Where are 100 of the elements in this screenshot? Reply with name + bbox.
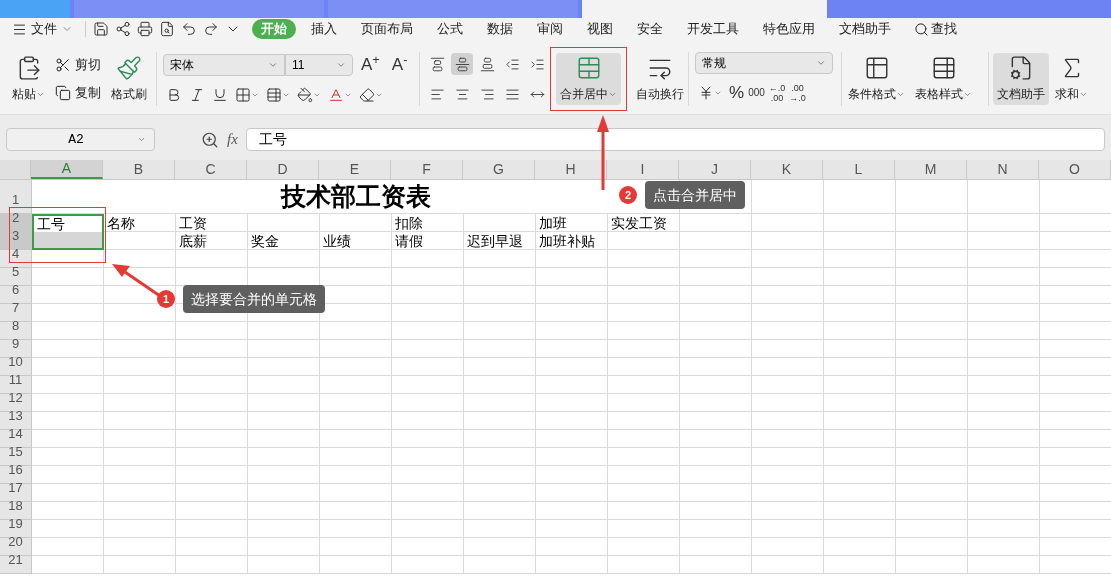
font-color-icon: [328, 86, 344, 103]
center-align-icon: [454, 86, 470, 102]
table-cell-text: 底薪: [178, 232, 208, 250]
column-header[interactable]: L: [823, 160, 895, 179]
selected-cell[interactable]: [32, 232, 104, 250]
column-header[interactable]: O: [1039, 160, 1111, 179]
column-header[interactable]: C: [175, 160, 247, 179]
table-cell-text: 名称: [106, 214, 136, 232]
menu-icon: [12, 21, 27, 37]
middle-align-button[interactable]: [451, 53, 473, 75]
column-header[interactable]: E: [319, 160, 391, 179]
sum-button[interactable]: 求和: [1051, 53, 1092, 105]
print-icon: [137, 21, 153, 37]
search-button[interactable]: 查找: [906, 19, 965, 39]
eraser-icon: [359, 86, 375, 103]
row-header[interactable]: 15: [0, 448, 32, 466]
row-header[interactable]: 9: [0, 340, 32, 358]
font-size-dropdown[interactable]: 11: [285, 54, 353, 76]
column-header[interactable]: A: [31, 160, 103, 179]
row-header[interactable]: 16: [0, 466, 32, 484]
conditional-format-button[interactable]: 条件格式: [844, 53, 909, 105]
table-cell-text: 奖金: [250, 232, 280, 250]
table-cell-text: 实发工资: [610, 214, 668, 232]
ribbon-tab[interactable]: 插入: [302, 19, 346, 39]
ribbon-tab[interactable]: 审阅: [528, 19, 572, 39]
format-painter-button[interactable]: 格式刷: [107, 53, 151, 105]
column-header[interactable]: B: [103, 160, 175, 179]
ribbon-tab[interactable]: 视图: [578, 19, 622, 39]
ribbon-tab[interactable]: 特色应用: [754, 19, 824, 39]
column-header[interactable]: K: [751, 160, 823, 179]
top-align-icon: [429, 56, 445, 72]
decrease-decimal-button[interactable]: .00 →.0: [789, 83, 806, 103]
wrap-text-button[interactable]: 自动换行: [632, 53, 688, 105]
percent-button[interactable]: %: [729, 80, 745, 106]
row-header[interactable]: 14: [0, 430, 32, 448]
formula-field[interactable]: 工号: [245, 128, 1105, 151]
italic-icon: [189, 86, 205, 103]
increase-decimal-button[interactable]: ←.0 .00: [768, 83, 786, 103]
row-header[interactable]: 3: [0, 232, 32, 250]
middle-align-icon: [454, 56, 470, 72]
font-name-dropdown[interactable]: 宋体: [163, 54, 285, 76]
thousands-button[interactable]: 000: [748, 88, 765, 98]
row-header[interactable]: 1: [0, 180, 32, 214]
row-header[interactable]: 21: [0, 556, 32, 574]
cut-button[interactable]: 剪切: [51, 54, 105, 76]
table-cell-text: 请假: [394, 232, 424, 250]
ribbon-tab[interactable]: 安全: [628, 19, 672, 39]
row-header[interactable]: 20: [0, 538, 32, 556]
copy-button[interactable]: 复制: [51, 82, 105, 104]
row-header[interactable]: 7: [0, 304, 32, 322]
column-header[interactable]: N: [967, 160, 1039, 179]
underline-icon: [212, 86, 228, 103]
row-header[interactable]: 4: [0, 250, 32, 268]
zoom-icon[interactable]: [201, 130, 219, 149]
copy-icon: [55, 85, 71, 101]
undo-icon: [181, 21, 197, 37]
row-header[interactable]: 8: [0, 322, 32, 340]
increase-font-size-button[interactable]: A$^{+}$: [357, 52, 384, 78]
merge-center-button[interactable]: 合并居中: [556, 53, 621, 105]
ribbon-tab[interactable]: 开发工具: [678, 19, 748, 39]
column-header[interactable]: I: [607, 160, 679, 179]
paste-button[interactable]: 粘贴: [8, 53, 49, 105]
row-header[interactable]: 2: [0, 214, 32, 232]
caret-icon: [714, 89, 722, 97]
row-header[interactable]: 13: [0, 412, 32, 430]
paintbrush-icon: [116, 55, 142, 81]
name-box[interactable]: A2: [6, 128, 155, 151]
fx-label: fx: [227, 130, 238, 150]
row-header[interactable]: 11: [0, 376, 32, 394]
number-format-dropdown[interactable]: 常规: [695, 52, 833, 75]
column-header[interactable]: H: [535, 160, 607, 179]
column-header[interactable]: D: [247, 160, 319, 179]
print-preview-icon: [159, 21, 175, 37]
redo-icon: [203, 21, 219, 37]
sheet-title: 技术部工资表: [280, 181, 431, 212]
ribbon-tab[interactable]: 页面布局: [352, 19, 422, 39]
file-menu[interactable]: 文件: [0, 19, 81, 39]
column-header[interactable]: J: [679, 160, 751, 179]
document-assistant-button[interactable]: 文档助手: [993, 53, 1049, 105]
column-header[interactable]: F: [391, 160, 463, 179]
column-header[interactable]: M: [895, 160, 967, 179]
justify-align-icon: [504, 86, 520, 102]
row-header[interactable]: 10: [0, 358, 32, 376]
cell-format-icon: [266, 86, 282, 103]
decrease-font-size-button[interactable]: A$^{-}$: [387, 52, 412, 78]
ribbon-tab[interactable]: 公式: [428, 19, 472, 39]
ribbon-tab[interactable]: 文档助手: [830, 19, 900, 39]
table-cell-text: 加班: [538, 214, 568, 232]
row-header[interactable]: 5: [0, 268, 32, 286]
row-header[interactable]: 12: [0, 394, 32, 412]
callout-label: 选择要合并的单元格: [183, 285, 325, 313]
table-cell-text: 业绩: [322, 232, 352, 250]
row-header[interactable]: 18: [0, 502, 32, 520]
row-header[interactable]: 17: [0, 484, 32, 502]
row-header[interactable]: 19: [0, 520, 32, 538]
ribbon-tab[interactable]: 数据: [478, 19, 522, 39]
column-header[interactable]: G: [463, 160, 535, 179]
table-style-button[interactable]: 表格样式: [911, 53, 976, 105]
row-header[interactable]: 6: [0, 286, 32, 304]
table-cell: 工号: [32, 214, 104, 232]
